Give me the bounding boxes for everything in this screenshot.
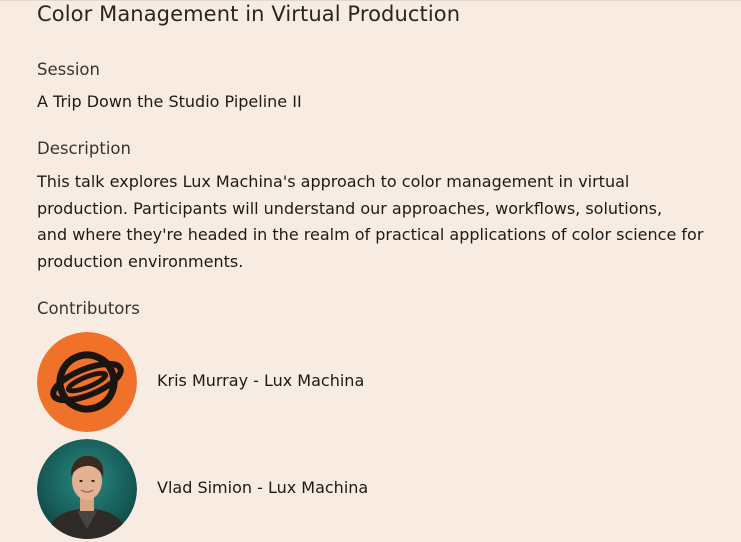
contributor-item[interactable]: Kris Murray - Lux Machina	[37, 332, 737, 432]
contributor-item[interactable]: Vlad Simion - Lux Machina	[37, 439, 737, 539]
description-text: This talk explores Lux Machina's approac…	[37, 169, 737, 275]
description-line: production environments.	[37, 251, 244, 271]
person-photo-avatar	[37, 439, 137, 539]
description-line: This talk explores Lux Machina's approac…	[37, 172, 630, 191]
contributor-name[interactable]: Kris Murray - Lux Machina	[157, 371, 364, 390]
contributor-name[interactable]: Vlad Simion - Lux Machina	[157, 478, 368, 497]
description-line: and where they're headed in the realm of…	[37, 225, 704, 244]
avatar[interactable]	[37, 332, 137, 432]
session-label: Session	[37, 60, 100, 79]
top-divider	[0, 0, 741, 1]
description-label: Description	[37, 139, 131, 158]
lux-machina-logo-icon	[37, 332, 137, 432]
session-value[interactable]: A Trip Down the Studio Pipeline II	[37, 92, 302, 111]
page-title: Color Management in Virtual Production	[37, 2, 461, 26]
contributors-label: Contributors	[37, 299, 140, 318]
description-line: production. Participants will understand…	[37, 198, 663, 218]
avatar[interactable]	[37, 439, 137, 539]
